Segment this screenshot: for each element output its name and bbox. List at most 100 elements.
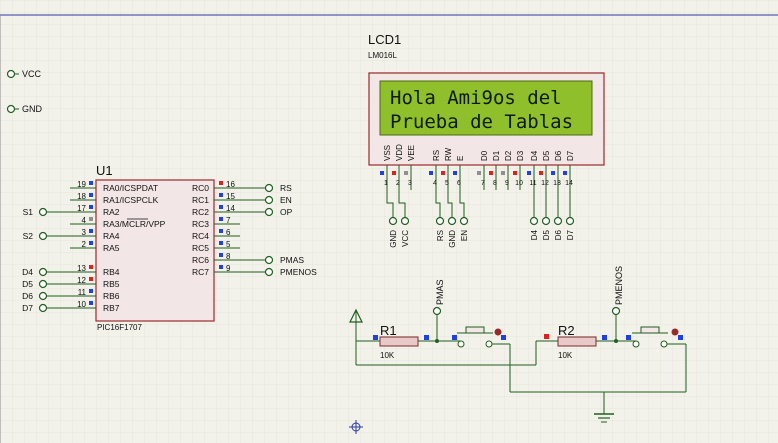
pin-state — [219, 181, 223, 185]
terminal-vcc[interactable]: VCC — [6, 69, 42, 79]
r1-body — [379, 336, 419, 347]
terminal-circle — [459, 216, 469, 226]
pin-name: RA0/ICSPDAT — [103, 183, 158, 193]
pin-state — [602, 335, 607, 340]
terminal-gnd[interactable]: GND — [6, 104, 43, 114]
lcd-pin-name: D0 — [480, 150, 489, 161]
pin-name: RA4 — [103, 231, 120, 241]
net-terminal — [264, 183, 274, 193]
button-indicator — [494, 328, 502, 336]
lcd-pin-number: 8 — [493, 180, 497, 187]
pin-state — [89, 205, 93, 209]
pin-name: RC3 — [192, 219, 209, 229]
lcd-pin-name: E — [456, 156, 465, 161]
terminal-label: EN — [460, 230, 469, 241]
pmenos-terminal-label: PMENOS — [614, 266, 624, 305]
terminal-circle — [6, 69, 16, 79]
lcd-pin-name: D4 — [530, 150, 539, 161]
lcd-model-label: LM016L — [368, 51, 397, 60]
terminal-label: GND — [389, 230, 398, 248]
lcd-pin-name: VEE — [407, 145, 416, 161]
terminal-circle — [6, 104, 16, 114]
pin-state — [551, 171, 555, 175]
pin-state — [373, 335, 378, 340]
terminal-label: RS — [436, 230, 445, 241]
net-label: PMAS — [280, 255, 304, 265]
pin-number: 4 — [82, 216, 87, 225]
terminal-label: D5 — [542, 229, 551, 240]
terminal-label: VCC — [22, 69, 42, 79]
lcd-pin-name: D5 — [542, 150, 551, 161]
pin-state — [89, 301, 93, 305]
pin-name: RB4 — [103, 267, 120, 277]
lcd-pin-number: 7 — [481, 180, 485, 187]
pin-number: 13 — [77, 264, 86, 273]
net-terminal — [38, 267, 48, 277]
net-label: D6 — [22, 291, 33, 301]
pin-state — [544, 334, 549, 339]
pin-name: RA3/MCLR/VPP — [103, 219, 166, 229]
net-terminal — [38, 279, 48, 289]
lcd-pin-number: 3 — [408, 180, 412, 187]
pmas-terminal — [432, 306, 442, 316]
pin-state — [89, 289, 93, 293]
pin-state — [89, 193, 93, 197]
pin-state — [501, 171, 505, 175]
net-terminal — [38, 207, 48, 217]
button-indicator — [671, 328, 679, 336]
net-terminal — [264, 195, 274, 205]
pmas-terminal-label: PMAS — [435, 279, 445, 305]
pin-state — [489, 171, 493, 175]
pin-name: RA5 — [103, 243, 120, 253]
lcd-pin-name: RW — [444, 147, 453, 161]
button-contact — [632, 340, 640, 348]
terminal-circle — [447, 216, 457, 226]
pin-number: 12 — [77, 276, 86, 285]
pin-state — [501, 335, 506, 340]
pin-name: RA2 — [103, 207, 120, 217]
pin-state — [219, 229, 223, 233]
lcd-pin-name: D7 — [566, 150, 575, 161]
pin-state — [89, 217, 93, 221]
pin-number: 10 — [77, 300, 86, 309]
pin-number: 6 — [226, 228, 231, 237]
net-label: D7 — [22, 303, 33, 313]
r2-value-label: 10K — [558, 351, 573, 360]
net-terminal — [38, 303, 48, 313]
terminal-label: D6 — [554, 229, 563, 240]
pin-state — [219, 193, 223, 197]
lcd-pin-number: 11 — [529, 180, 536, 187]
terminal-circle — [541, 216, 551, 226]
pin-state — [527, 171, 531, 175]
lcd-pin-name: D2 — [504, 150, 513, 161]
pin-state — [563, 171, 567, 175]
pin-number: 14 — [226, 204, 235, 213]
pin-name: RB6 — [103, 291, 120, 301]
pin-name: RC7 — [192, 267, 209, 277]
pin-number: 16 — [226, 180, 235, 189]
terminal-label: D4 — [530, 229, 539, 240]
pin-state — [392, 171, 396, 175]
net-label: S1 — [23, 207, 34, 217]
pin-number: 15 — [226, 192, 235, 201]
pin-name: RB7 — [103, 303, 120, 313]
pin-state — [219, 205, 223, 209]
net-label: S2 — [23, 231, 34, 241]
pin-state — [453, 171, 457, 175]
button-cap — [640, 326, 660, 334]
net-terminal — [38, 291, 48, 301]
pin-name: RC6 — [192, 255, 209, 265]
pin-state — [678, 335, 683, 340]
net-label: EN — [280, 195, 292, 205]
lcd-line-1: Hola Ami9os del — [390, 87, 562, 109]
schematic-canvas[interactable]: VCC GND LCD1 LM016L Hola Ami9os del Prue… — [0, 0, 778, 443]
lcd-pin-name: VDD — [395, 144, 404, 161]
pin-name: RB5 — [103, 279, 120, 289]
r1-ref-label: R1 — [380, 323, 397, 338]
lcd-pin-name: D3 — [516, 150, 525, 161]
net-terminal — [264, 255, 274, 265]
terminal-label: GND — [448, 230, 457, 248]
pin-state — [219, 241, 223, 245]
lcd-pin-number: 10 — [515, 180, 523, 187]
terminal-label: VCC — [401, 230, 410, 247]
